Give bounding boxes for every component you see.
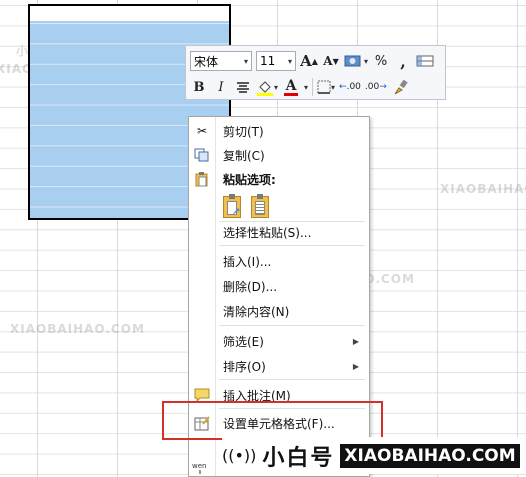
font-size-value: 11	[260, 54, 276, 68]
fill-color-button[interactable]: ▾	[256, 77, 278, 97]
center-align-button[interactable]	[234, 77, 252, 97]
clipboard-icon	[194, 171, 210, 187]
italic-button[interactable]: I	[212, 77, 230, 97]
increase-decimal-button[interactable]: ← .00	[339, 77, 361, 97]
paintbrush-icon	[232, 208, 240, 215]
selection-top-cell	[30, 6, 229, 21]
menu-item-copy[interactable]: 复制(C)	[189, 143, 369, 167]
menu-item-delete[interactable]: 删除(D)...	[189, 274, 369, 298]
toolbar-separator	[312, 78, 314, 96]
font-color-swatch	[284, 92, 299, 96]
mini-toolbar: 宋体 ▾ 11 ▾ A ▲ A ▼ ▾ % , B I ▾ A ▾ ▾ ← .0…	[185, 45, 446, 100]
menu-item-insert[interactable]: 插入(I)...	[189, 249, 369, 273]
align-center-icon	[237, 82, 249, 93]
format-cells-highlight-box	[162, 401, 383, 440]
format-painter-grid-button[interactable]	[416, 51, 434, 71]
percent-style-button[interactable]: %	[372, 51, 390, 71]
watermark-bar: ((•)) 小白号 XIAOBAIHAO.COM	[222, 437, 526, 474]
decrease-decimal-button[interactable]: .00 →	[365, 77, 387, 97]
currency-icon	[344, 55, 361, 67]
chevron-down-icon: ▾	[364, 56, 369, 66]
menu-separator	[219, 245, 365, 246]
chevron-right-icon: ▶	[352, 336, 359, 346]
paste-formatting-button[interactable]	[221, 194, 243, 218]
font-name-box[interactable]: 宋体 ▾	[190, 51, 252, 71]
chevron-down-icon[interactable]: ▾	[304, 83, 308, 92]
borders-icon	[317, 80, 331, 94]
chevron-down-icon: ▾	[243, 56, 248, 66]
signal-icon: ((•))	[222, 446, 257, 465]
menu-separator	[219, 379, 365, 380]
font-color-button[interactable]: A	[282, 77, 300, 97]
menu-item-cut[interactable]: ✂ 剪切(T)	[189, 119, 369, 143]
format-painter-button[interactable]	[391, 77, 409, 97]
scissors-icon: ✂	[196, 124, 208, 138]
comma-style-button[interactable]: ,	[394, 51, 412, 71]
shrink-font-button[interactable]: A ▼	[322, 51, 340, 71]
mini-toolbar-row-1: 宋体 ▾ 11 ▾ A ▲ A ▼ ▾ % ,	[190, 49, 434, 73]
font-size-box[interactable]: 11 ▾	[256, 51, 296, 71]
watermark-brand-en: XIAOBAIHAO.COM	[340, 443, 520, 468]
font-name-value: 宋体	[194, 54, 219, 69]
hyperlink-icon: wen	[192, 460, 210, 476]
mini-toolbar-row-2: B I ▾ A ▾ ▾ ← .00 .00 →	[190, 75, 409, 99]
accounting-format-button[interactable]: ▾	[344, 51, 368, 71]
chevron-down-icon: ▾	[331, 82, 336, 92]
bold-button[interactable]: B	[190, 77, 208, 97]
menu-item-clear-contents[interactable]: 清除内容(N)	[189, 299, 369, 323]
menu-item-sort[interactable]: 排序(O) ▶	[189, 354, 369, 378]
copy-icon	[194, 147, 210, 163]
menu-item-filter[interactable]: 筛选(E) ▶	[189, 329, 369, 353]
menu-paste-options-header: 粘贴选项:	[189, 167, 369, 191]
chevron-down-icon: ▾	[274, 82, 279, 92]
borders-button[interactable]: ▾	[317, 77, 335, 97]
paste-values-button[interactable]	[249, 194, 271, 218]
table-format-icon	[416, 55, 434, 67]
chevron-right-icon: ▶	[352, 361, 359, 371]
chevron-down-icon: ▾	[287, 56, 292, 66]
paintbrush-icon	[394, 79, 408, 95]
paint-bucket-icon	[257, 81, 273, 96]
watermark-brand-cn: 小白号	[262, 445, 335, 471]
clipboard-icon	[251, 194, 269, 218]
svg-text:wen: wen	[192, 462, 206, 470]
menu-item-paste-special[interactable]: 选择性粘贴(S)...	[189, 220, 369, 244]
grow-font-button[interactable]: A ▲	[300, 51, 318, 71]
menu-separator	[219, 325, 365, 326]
